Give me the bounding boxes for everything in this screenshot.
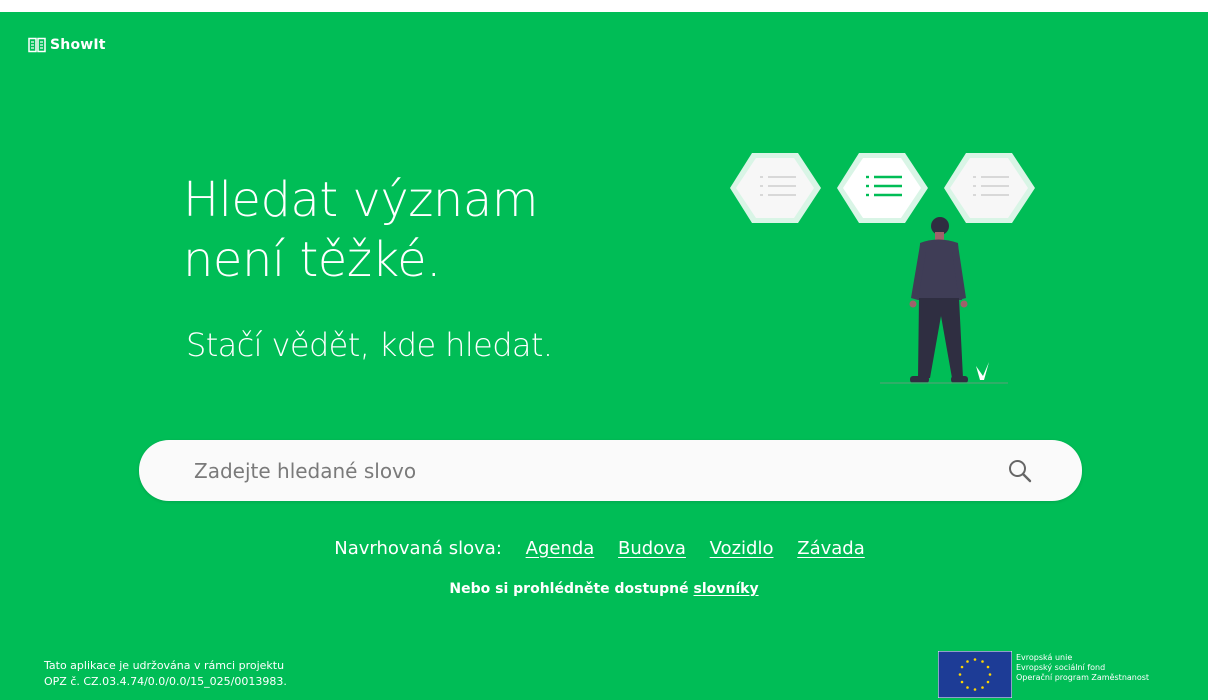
eu-star xyxy=(986,680,990,684)
suggested-word-budova[interactable]: Budova xyxy=(618,538,686,559)
eu-star xyxy=(966,686,969,689)
eu-star xyxy=(966,660,969,663)
eu-text-line1: Evropská unie xyxy=(1016,653,1073,662)
eu-star xyxy=(973,658,977,661)
list-card-hexagon-left xyxy=(730,153,821,223)
suggested-word-agenda[interactable]: Agenda xyxy=(526,538,595,559)
hero-title-line2: není těžké. xyxy=(183,232,441,288)
eu-text: Evropská unie Evropský sociální fond Ope… xyxy=(1016,651,1149,683)
eu-star xyxy=(960,680,964,684)
hero-title: Hledat význam není těžké. xyxy=(183,170,663,290)
eu-star xyxy=(973,688,977,691)
eu-flag-icon xyxy=(938,651,1012,698)
browse-dictionaries-text: Nebo si prohlédněte dostupné xyxy=(449,581,694,597)
page: ShowIt Hledat význam není těžké. Stačí v… xyxy=(0,12,1208,700)
eu-text-line2: Evropský sociální fond xyxy=(1016,663,1106,672)
person-with-list-cards-illustration xyxy=(730,148,1040,388)
suggested-words: Navrhovaná slova: Agenda Budova Vozidlo … xyxy=(0,536,1208,562)
search-input[interactable] xyxy=(194,440,974,501)
hero-subtitle: Stačí vědět, kde hledat. xyxy=(186,326,553,364)
eu-funding-logo: Evropská unie Evropský sociální fond Ope… xyxy=(938,651,1149,698)
logo[interactable]: ShowIt xyxy=(28,34,106,56)
person-figure xyxy=(909,217,968,383)
dictionaries-link[interactable]: slovníky xyxy=(694,581,759,597)
plant-sprout xyxy=(976,362,989,380)
eu-star xyxy=(958,673,962,676)
eu-text-line3: Operační program Zaměstnanost xyxy=(1016,673,1150,682)
browse-dictionaries: Nebo si prohlédněte dostupné slovníky xyxy=(0,579,1208,599)
project-info-line1: Tato aplikace je udržována v rámci proje… xyxy=(44,659,285,672)
eu-star xyxy=(960,665,964,669)
eu-star xyxy=(981,660,984,663)
suggested-word-vozidlo[interactable]: Vozidlo xyxy=(710,538,774,559)
project-info-line2: OPZ č. CZ.03.4.74/0.0/0.0/15_025/0013983… xyxy=(44,675,287,688)
logo-text: ShowIt xyxy=(50,37,106,53)
project-info: Tato aplikace je udržována v rámci proje… xyxy=(44,658,287,690)
eu-star xyxy=(981,686,984,689)
search-bar xyxy=(139,440,1082,501)
eu-star xyxy=(988,673,992,676)
hero-title-line1: Hledat význam xyxy=(183,172,539,228)
book-icon xyxy=(28,37,46,53)
suggested-words-label: Navrhovaná slova: xyxy=(334,538,502,559)
suggested-word-zavada[interactable]: Závada xyxy=(797,538,865,559)
list-card-hexagon-center xyxy=(837,153,928,223)
list-card-hexagon-right xyxy=(944,153,1035,223)
search-icon[interactable] xyxy=(1006,457,1034,485)
eu-star xyxy=(986,665,990,669)
